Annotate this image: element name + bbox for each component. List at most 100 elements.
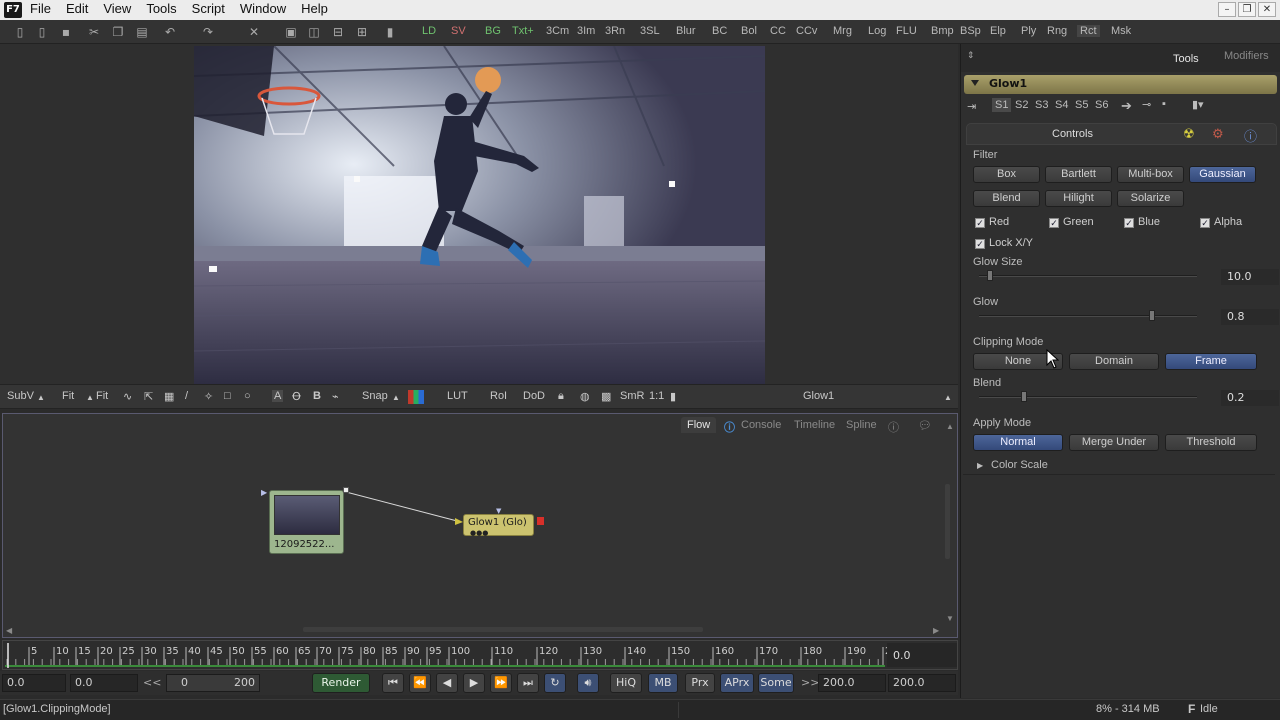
range-slider[interactable]: 0 200 bbox=[166, 674, 260, 692]
menu-help[interactable]: Help bbox=[301, 1, 328, 16]
settings-gear-icon[interactable]: ⚙ bbox=[1212, 126, 1224, 142]
tool-log[interactable]: Log bbox=[868, 25, 886, 37]
tool-ccv[interactable]: CCv bbox=[796, 25, 817, 37]
go-to-start-icon[interactable]: ⏮ bbox=[382, 673, 404, 693]
timeline-ruler[interactable]: 5 10 15 20 25 30 35 40 45 50 55 60 65 70 75 80 85 90 95 100… bbox=[2, 640, 958, 670]
filter-gaussian-button[interactable]: Gaussian bbox=[1189, 166, 1256, 183]
slot-s2[interactable]: S2 bbox=[1015, 99, 1028, 111]
bookmark-icon[interactable]: ▮ bbox=[382, 24, 398, 40]
picker-icon[interactable]: ⊸ bbox=[1142, 98, 1151, 111]
slot-s1[interactable]: S1 bbox=[992, 98, 1012, 112]
restore-icon[interactable]: ❐ bbox=[1238, 2, 1256, 17]
clipping-domain-button[interactable]: Domain bbox=[1069, 353, 1159, 370]
snap-dropdown-icon[interactable]: ▲ bbox=[392, 393, 400, 402]
tool-flu[interactable]: FLU bbox=[896, 25, 917, 37]
radioactive-icon[interactable]: ☢ bbox=[1183, 126, 1195, 142]
tool-blur[interactable]: Blur bbox=[676, 25, 696, 37]
tool-bg[interactable]: BG bbox=[485, 25, 501, 37]
save-preset-icon[interactable]: ▪ bbox=[1162, 98, 1166, 110]
color-channel-icon[interactable] bbox=[408, 390, 424, 404]
menu-view[interactable]: View bbox=[103, 1, 131, 16]
viewer[interactable] bbox=[0, 44, 958, 384]
menu-tools[interactable]: Tools bbox=[146, 1, 176, 16]
loader-node[interactable]: 12092522... bbox=[269, 487, 349, 554]
glow-output-port[interactable] bbox=[537, 517, 544, 525]
slot-s4[interactable]: S4 bbox=[1055, 99, 1068, 111]
glow-size-slider[interactable] bbox=[979, 270, 1197, 281]
play-reverse-icon[interactable]: ◀ bbox=[436, 673, 458, 693]
tool-3im[interactable]: 3Im bbox=[577, 25, 595, 37]
apply-merge-under-button[interactable]: Merge Under bbox=[1069, 434, 1159, 451]
delete-icon[interactable]: ✕ bbox=[246, 24, 262, 40]
checker-view-icon[interactable]: ◍ bbox=[580, 390, 590, 403]
copy-icon[interactable]: ❐ bbox=[110, 24, 126, 40]
minimize-icon[interactable]: – bbox=[1218, 2, 1236, 17]
alpha-checkbox[interactable]: ✓ Alpha bbox=[1200, 216, 1242, 228]
tool-elp[interactable]: Elp bbox=[990, 25, 1006, 37]
pin-icon[interactable]: ⇥ bbox=[967, 100, 976, 113]
bold-icon[interactable]: B bbox=[313, 390, 321, 402]
layout-split-icon[interactable]: ◫ bbox=[306, 24, 322, 40]
tab-modifiers[interactable]: Modifiers bbox=[1224, 50, 1269, 62]
fit-button-2[interactable]: Fit bbox=[96, 390, 108, 402]
play-icon[interactable]: ▶ bbox=[463, 673, 485, 693]
tool-cc[interactable]: CC bbox=[770, 25, 786, 37]
render-end-field[interactable]: 200.0 bbox=[818, 674, 886, 692]
filter-solarize-button[interactable]: Solarize bbox=[1117, 190, 1184, 207]
tool-bol[interactable]: Bol bbox=[741, 25, 757, 37]
aprx-button[interactable]: APrx bbox=[720, 673, 754, 693]
roi-button[interactable]: RoI bbox=[490, 390, 507, 402]
color-scale-section[interactable]: Color Scale bbox=[991, 459, 1048, 471]
fit-dropdown-icon[interactable]: ▲ bbox=[86, 393, 94, 402]
menu-file[interactable]: File bbox=[30, 1, 51, 16]
blend-value[interactable]: 0.2 bbox=[1221, 390, 1279, 406]
glow-node[interactable]: Glow1 (Glo) ●●● bbox=[463, 514, 534, 537]
tool-mrg[interactable]: Mrg bbox=[833, 25, 852, 37]
green-checkbox[interactable]: ✓ Green bbox=[1049, 216, 1094, 228]
global-end-field[interactable]: 200.0 bbox=[888, 674, 956, 692]
filter-bartlett-button[interactable]: Bartlett bbox=[1045, 166, 1112, 183]
filter-box-button[interactable]: Box bbox=[973, 166, 1040, 183]
subview-button[interactable]: SubV bbox=[7, 390, 34, 402]
glow-value[interactable]: 0.8 bbox=[1221, 309, 1279, 325]
curve-icon[interactable]: ∿ bbox=[123, 390, 132, 403]
render-start-field[interactable]: 0.0 bbox=[70, 674, 138, 692]
apply-arrow-icon[interactable]: ➔ bbox=[1121, 98, 1132, 114]
apply-threshold-button[interactable]: Threshold bbox=[1165, 434, 1257, 451]
tool-rct[interactable]: Rct bbox=[1077, 25, 1100, 37]
lock-icon[interactable]: 🔒︎ bbox=[558, 390, 564, 403]
hiq-button[interactable]: HiQ bbox=[610, 673, 642, 693]
wand-icon[interactable]: ✧ bbox=[204, 390, 213, 403]
blend-slider[interactable] bbox=[979, 391, 1197, 402]
text-outline-icon[interactable]: Ꝋ bbox=[292, 390, 301, 403]
apply-normal-button[interactable]: Normal bbox=[973, 434, 1063, 451]
blend-knob[interactable] bbox=[1021, 391, 1027, 402]
panel-expand-icon[interactable]: ⇕ bbox=[967, 50, 975, 61]
global-start-field[interactable]: 0.0 bbox=[2, 674, 66, 692]
ellipse-icon[interactable]: ○ bbox=[244, 390, 251, 402]
mb-button[interactable]: MB bbox=[648, 673, 678, 693]
versions-icon[interactable]: ▮▾ bbox=[1192, 98, 1204, 111]
tool-ply[interactable]: Ply bbox=[1021, 25, 1036, 37]
glow-slider[interactable] bbox=[979, 310, 1197, 321]
rectangle-icon[interactable]: □ bbox=[224, 390, 231, 402]
tool-bc[interactable]: BC bbox=[712, 25, 727, 37]
tool-msk[interactable]: Msk bbox=[1111, 25, 1131, 37]
histogram-icon[interactable]: ▮ bbox=[670, 390, 676, 403]
filter-hilight-button[interactable]: Hilight bbox=[1045, 190, 1112, 207]
blue-checkbox[interactable]: ✓ Blue bbox=[1124, 216, 1160, 228]
clipping-frame-button[interactable]: Frame bbox=[1165, 353, 1257, 370]
close-icon[interactable]: ✕ bbox=[1258, 2, 1276, 17]
paint-icon[interactable]: / bbox=[185, 390, 188, 402]
save-icon[interactable]: ▪ bbox=[58, 24, 74, 40]
some-button[interactable]: Some bbox=[758, 673, 794, 693]
transform-icon[interactable]: ⇱ bbox=[144, 390, 153, 403]
glow-knob[interactable] bbox=[1149, 310, 1155, 321]
tool-header[interactable]: Glow1 bbox=[964, 75, 1277, 94]
current-frame-field[interactable]: 0.0 bbox=[887, 643, 957, 667]
render-button[interactable]: Render bbox=[312, 673, 370, 693]
tab-tools[interactable]: Tools bbox=[1173, 53, 1199, 65]
layout-single-icon[interactable]: ▣ bbox=[283, 24, 299, 40]
glow-size-knob[interactable] bbox=[987, 270, 993, 281]
redo-icon[interactable]: ↷ bbox=[200, 24, 216, 40]
